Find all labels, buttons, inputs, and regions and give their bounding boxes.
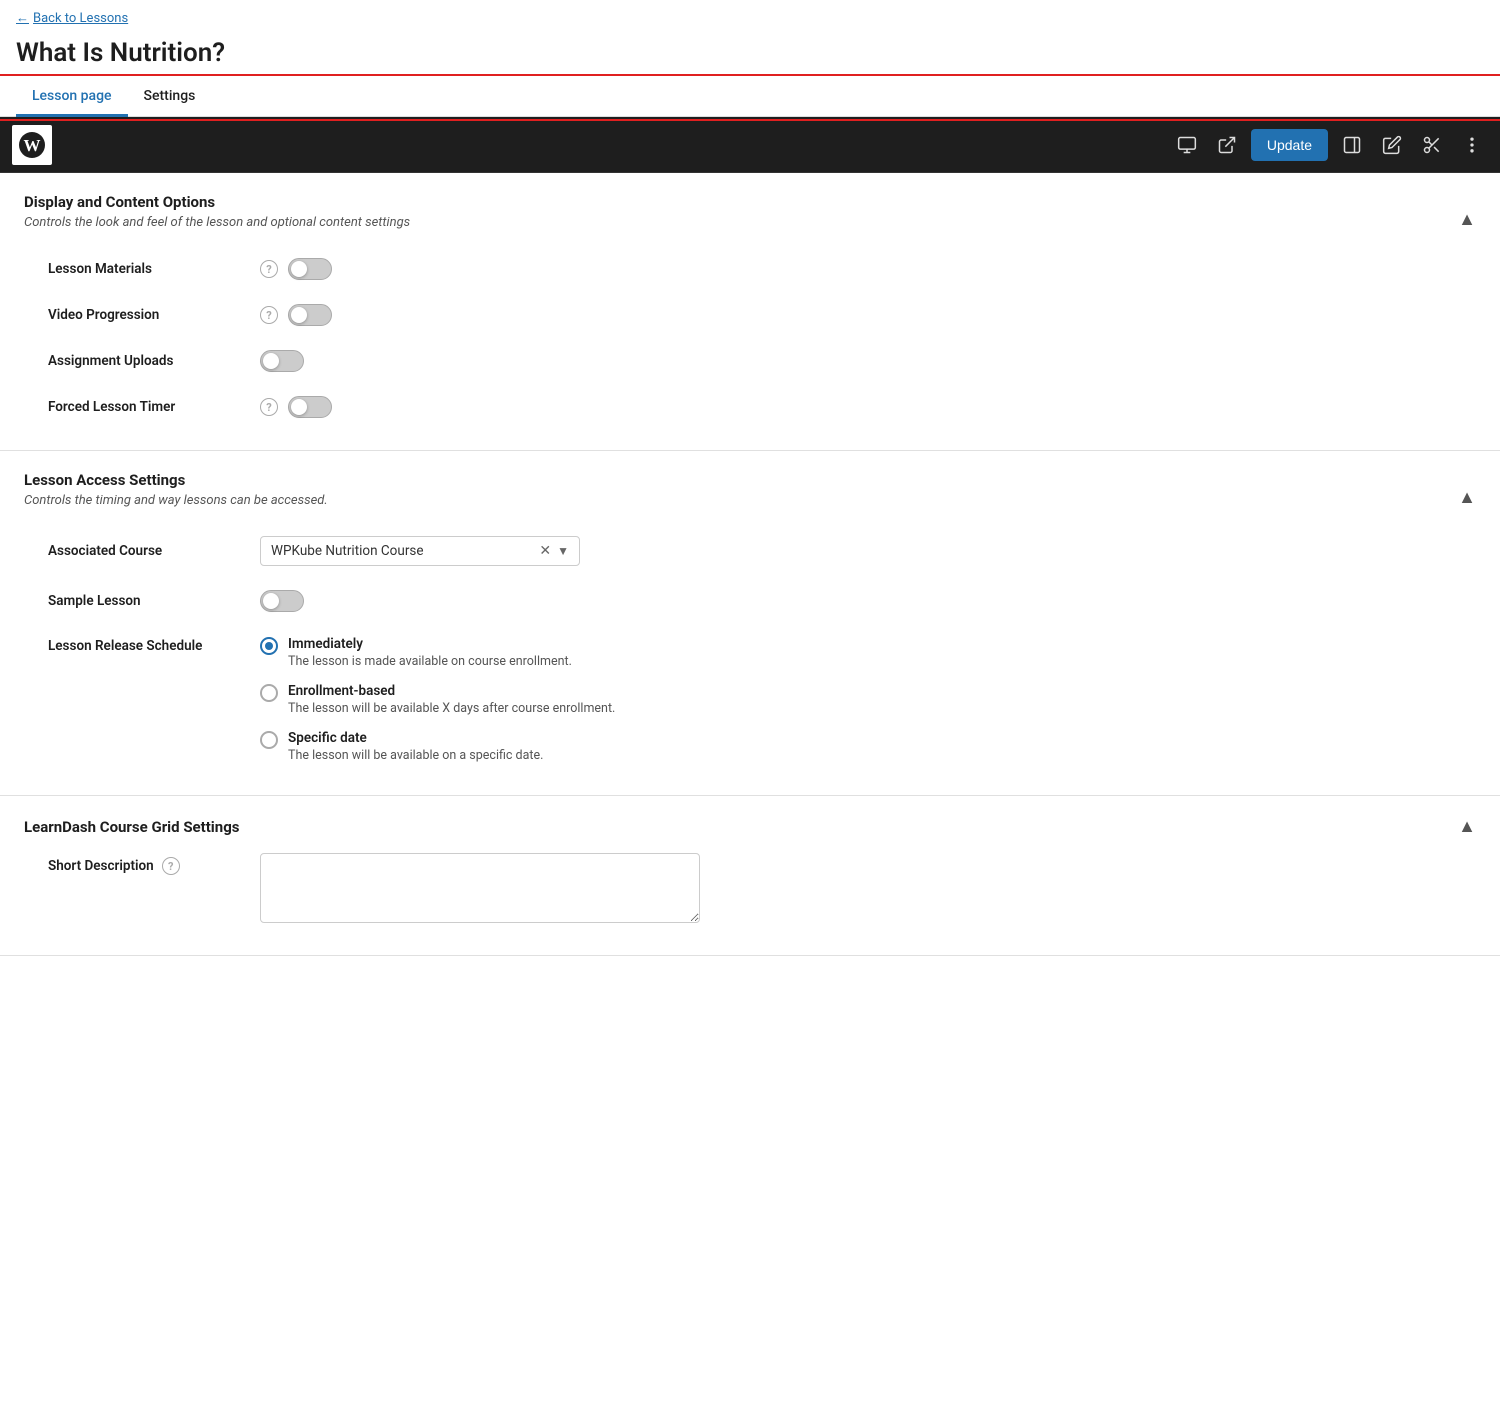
display-content-desc: Controls the look and feel of the lesson… xyxy=(24,215,410,230)
assignment-uploads-label: Assignment Uploads xyxy=(48,353,248,369)
radio-immediately-desc: The lesson is made available on course e… xyxy=(288,654,572,669)
monitor-icon xyxy=(1177,135,1197,155)
back-arrow-icon: ← xyxy=(16,10,29,26)
release-schedule-options: Immediately The lesson is made available… xyxy=(260,636,615,763)
radio-immediately-circle xyxy=(260,637,278,655)
display-content-collapse-icon[interactable]: ▲ xyxy=(1458,209,1476,230)
lesson-materials-label: Lesson Materials xyxy=(48,261,248,277)
course-grid-collapse-icon[interactable]: ▲ xyxy=(1458,816,1476,837)
course-grid-section: LearnDash Course Grid Settings ▲ Short D… xyxy=(0,796,1500,956)
external-link-icon xyxy=(1217,135,1237,155)
radio-immediately[interactable]: Immediately The lesson is made available… xyxy=(260,636,615,669)
short-description-label: Short Description xyxy=(48,858,154,874)
edit-icon xyxy=(1382,135,1402,155)
radio-specific-date-label: Specific date xyxy=(288,730,543,746)
page-title: What Is Nutrition? xyxy=(0,34,1500,78)
lesson-access-desc: Controls the timing and way lessons can … xyxy=(24,493,328,508)
tools-button[interactable] xyxy=(1416,129,1448,161)
sidebar-icon xyxy=(1342,135,1362,155)
dropdown-arrow-icon[interactable]: ▼ xyxy=(557,544,569,558)
sidebar-toggle-button[interactable] xyxy=(1336,129,1368,161)
tabs-container: Lesson page Settings xyxy=(0,78,1500,117)
radio-enrollment-desc: The lesson will be available X days afte… xyxy=(288,701,615,716)
lesson-materials-help[interactable]: ? xyxy=(260,260,278,278)
tab-lesson-page[interactable]: Lesson page xyxy=(16,78,128,117)
wordpress-logo-icon: W xyxy=(18,131,46,159)
short-description-row: Short Description ? xyxy=(24,837,1476,935)
forced-lesson-timer-toggle[interactable] xyxy=(288,396,332,418)
back-to-lessons-link[interactable]: ← Back to Lessons xyxy=(0,0,1500,34)
lesson-materials-toggle[interactable] xyxy=(288,258,332,280)
associated-course-label: Associated Course xyxy=(48,543,248,559)
lesson-release-schedule-label: Lesson Release Schedule xyxy=(48,636,248,654)
main-content: Display and Content Options Controls the… xyxy=(0,173,1500,956)
more-options-icon xyxy=(1462,135,1482,155)
radio-specific-date-desc: The lesson will be available on a specif… xyxy=(288,748,543,763)
lesson-release-schedule-row: Lesson Release Schedule Immediately The … xyxy=(24,624,1476,775)
radio-specific-date-circle xyxy=(260,731,278,749)
radio-enrollment-based[interactable]: Enrollment-based The lesson will be avai… xyxy=(260,683,615,716)
associated-course-select[interactable]: WPKube Nutrition Course ✕ ▼ xyxy=(260,536,580,566)
forced-lesson-timer-label: Forced Lesson Timer xyxy=(48,399,248,415)
radio-enrollment-label: Enrollment-based xyxy=(288,683,615,699)
course-grid-title: LearnDash Course Grid Settings xyxy=(24,818,239,836)
short-description-input[interactable] xyxy=(260,853,700,923)
display-content-title: Display and Content Options xyxy=(24,193,410,211)
back-link-label: Back to Lessons xyxy=(33,11,128,26)
forced-lesson-timer-row: Forced Lesson Timer ? xyxy=(24,384,1476,430)
short-description-help[interactable]: ? xyxy=(162,857,180,875)
lesson-access-section: Lesson Access Settings Controls the timi… xyxy=(0,451,1500,796)
display-content-section: Display and Content Options Controls the… xyxy=(0,173,1500,451)
radio-immediately-label: Immediately xyxy=(288,636,572,652)
sample-lesson-row: Sample Lesson xyxy=(24,578,1476,624)
more-options-button[interactable] xyxy=(1456,129,1488,161)
associated-course-row: Associated Course WPKube Nutrition Cours… xyxy=(24,524,1476,578)
external-link-button[interactable] xyxy=(1211,129,1243,161)
scissors-icon xyxy=(1422,135,1442,155)
assignment-uploads-row: Assignment Uploads xyxy=(24,338,1476,384)
radio-enrollment-circle xyxy=(260,684,278,702)
associated-course-value: WPKube Nutrition Course xyxy=(271,543,539,559)
video-progression-label: Video Progression xyxy=(48,307,248,323)
edit-icon-button[interactable] xyxy=(1376,129,1408,161)
video-progression-toggle[interactable] xyxy=(288,304,332,326)
radio-specific-date[interactable]: Specific date The lesson will be availab… xyxy=(260,730,615,763)
video-progression-row: Video Progression ? xyxy=(24,292,1476,338)
sample-lesson-toggle[interactable] xyxy=(260,590,304,612)
forced-lesson-timer-help[interactable]: ? xyxy=(260,398,278,416)
svg-text:W: W xyxy=(24,136,41,155)
lesson-access-collapse-icon[interactable]: ▲ xyxy=(1458,487,1476,508)
clear-course-icon[interactable]: ✕ xyxy=(539,543,551,559)
view-icon-button[interactable] xyxy=(1171,129,1203,161)
update-button[interactable]: Update xyxy=(1251,129,1328,161)
video-progression-help[interactable]: ? xyxy=(260,306,278,324)
lesson-materials-row: Lesson Materials ? xyxy=(24,246,1476,292)
lesson-access-title: Lesson Access Settings xyxy=(24,471,328,489)
wp-logo[interactable]: W xyxy=(12,125,52,165)
wp-editor-toolbar: W Update xyxy=(0,117,1500,173)
assignment-uploads-toggle[interactable] xyxy=(260,350,304,372)
sample-lesson-label: Sample Lesson xyxy=(48,593,248,609)
tab-settings[interactable]: Settings xyxy=(128,78,212,117)
